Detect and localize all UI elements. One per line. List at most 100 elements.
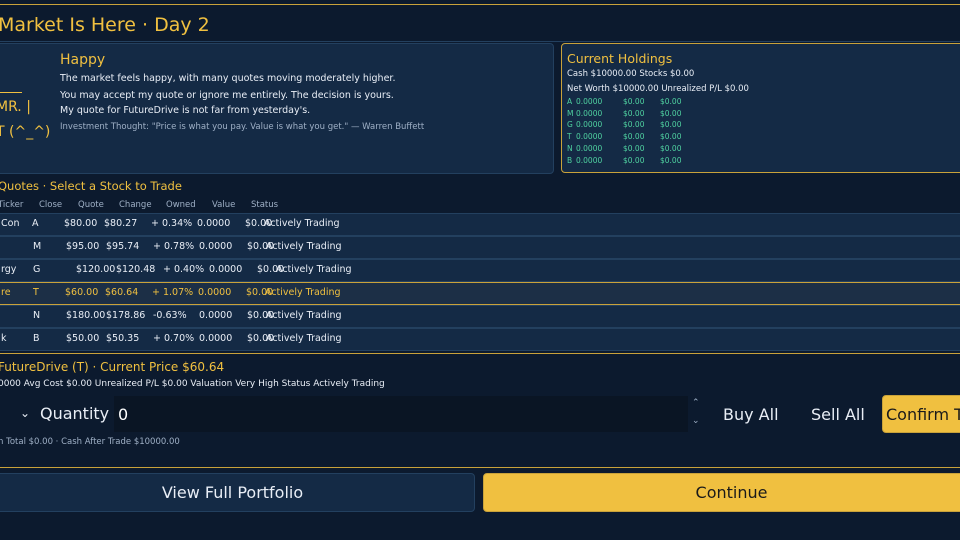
mascot-face-top: MR. | [0, 99, 31, 115]
holding-value: $0.00 [623, 155, 645, 165]
quote-row[interactable]: M $95.00 $95.74 + 0.78% 0.0000 $0.00 Actively … [0, 236, 960, 259]
quote-close: $50.00 [66, 333, 100, 344]
selected-stock-info: 0000 Avg Cost $0.00 Unrealized P/L $0.00… [0, 379, 385, 389]
quote-row[interactable]: N $180.00 $178.86 -0.63% 0.0000 $0.00 Actively… [0, 305, 960, 328]
quote-status: Actively Trading [276, 264, 352, 275]
quote-owned: 0.0000 [209, 264, 243, 275]
top-divider [0, 4, 960, 5]
holding-ticker: G [567, 120, 573, 130]
chevron-up-icon[interactable]: ⌃ [692, 398, 700, 408]
quote-status: Actively Trading [266, 333, 342, 344]
holding-pl: $0.00 [660, 143, 682, 153]
holding-ticker: M [567, 108, 574, 118]
holding-pl: $0.00 [660, 120, 682, 130]
quote-change: + 0.34% [151, 218, 193, 229]
advisor-message: My quote for FutureDrive is not far from… [60, 105, 311, 116]
holding-shares: 0.0000 [576, 132, 603, 142]
quote-change: + 0.70% [153, 333, 195, 344]
quote-quote: $95.74 [106, 241, 140, 252]
quote-quote: $178.86 [106, 310, 146, 321]
quote-status: Actively Trading [266, 241, 342, 252]
holding-value: $0.00 [623, 132, 645, 142]
quote-quote: $60.64 [105, 287, 139, 298]
holding-shares: 0.0000 [576, 120, 603, 130]
quote-ticker: A [32, 218, 39, 229]
advisor-message: The market feels happy, with many quotes… [60, 73, 396, 84]
holding-shares: 0.0000 [576, 108, 603, 118]
quote-name: k [1, 333, 7, 344]
quote-quote: $120.48 [116, 264, 156, 275]
quote-status: Actively Trading [266, 310, 342, 321]
quote-owned: 0.0000 [199, 333, 233, 344]
quantity-input[interactable] [114, 396, 688, 432]
quote-change: + 1.07% [152, 287, 194, 298]
quote-ticker: B [33, 333, 40, 344]
quote-change: + 0.78% [153, 241, 195, 252]
chevron-down-icon[interactable]: ⌄ [20, 406, 30, 420]
holdings-title: Current Holdings [567, 51, 673, 66]
quote-owned: 0.0000 [198, 287, 232, 298]
col-close: Close [39, 200, 63, 210]
quote-ticker: M [33, 241, 42, 252]
net-worth: Net Worth $10000.00 Unrealized P/L $0.00 [567, 84, 749, 94]
mascot-hat [0, 92, 22, 93]
chevron-down-icon[interactable]: ⌄ [692, 416, 700, 426]
header-divider [0, 41, 960, 42]
holding-pl: $0.00 [660, 108, 682, 118]
col-status: Status [251, 200, 279, 210]
quote-owned: 0.0000 [199, 310, 233, 321]
holding-shares: 0.0000 [576, 143, 603, 153]
quote-quote: $80.27 [104, 218, 138, 229]
col-change: Change [119, 200, 152, 210]
view-portfolio-button[interactable]: View Full Portfolio [0, 473, 475, 512]
market-mood: Happy [60, 52, 106, 68]
col-quote: Quote [78, 200, 104, 210]
trade-totals: n Total $0.00 · Cash After Trade $10000.… [0, 437, 180, 447]
holding-value: $0.00 [623, 108, 645, 118]
quotes-title: Quotes · Select a Stock to Trade [0, 179, 182, 193]
holding-shares: 0.0000 [576, 155, 603, 165]
confirm-trade-button[interactable]: Confirm Trade [882, 395, 960, 433]
mascot-face-bottom: T (^_^) [0, 124, 51, 140]
quote-owned: 0.0000 [199, 241, 233, 252]
quote-ticker: G [33, 264, 41, 275]
quote-change: + 0.40% [163, 264, 205, 275]
selected-stock-title: FutureDrive (T) · Current Price $60.64 [0, 360, 225, 374]
quote-close: $95.00 [66, 241, 100, 252]
quote-row[interactable]: k B $50.00 $50.35 + 0.70% 0.0000 $0.00 Actively… [0, 328, 960, 351]
quote-row-selected[interactable]: re T $60.00 $60.64 + 1.07% 0.0000 $0.00 Activel… [0, 282, 960, 305]
holding-value: $0.00 [623, 143, 645, 153]
cash-stocks: Cash $10000.00 Stocks $0.00 [567, 69, 695, 79]
quote-row[interactable]: rgy G $120.00 $120.48 + 0.40% 0.0000 $0.00 Acti… [0, 259, 960, 282]
quote-quote: $50.35 [106, 333, 140, 344]
holding-value: $0.00 [623, 120, 645, 130]
holding-pl: $0.00 [660, 97, 682, 106]
quote-status: Actively Trading [264, 218, 340, 229]
investment-quote: Investment Thought: "Price is what you p… [60, 122, 425, 132]
quote-name: rgy [1, 264, 17, 275]
quote-name: Con [1, 218, 20, 229]
col-value: Value [212, 200, 236, 210]
quantity-label: Quantity [40, 404, 110, 423]
quote-status: Actively Trading [265, 287, 341, 298]
col-owned: Owned [166, 200, 196, 210]
holding-ticker: B [567, 155, 573, 165]
holding-pl: $0.00 [660, 155, 682, 165]
holding-value: $0.00 [623, 97, 645, 106]
sell-all-button[interactable]: Sell All [811, 405, 865, 424]
quote-owned: 0.0000 [197, 218, 231, 229]
continue-button[interactable]: Continue [483, 473, 960, 512]
holding-ticker: N [567, 143, 573, 153]
quote-close: $60.00 [65, 287, 99, 298]
quote-row[interactable]: Con A $80.00 $80.27 + 0.34% 0.0000 $0.00 Active… [0, 213, 960, 236]
quote-name: re [1, 287, 11, 298]
buy-all-button[interactable]: Buy All [723, 405, 779, 424]
footer-divider [0, 467, 960, 468]
holding-pl: $0.00 [660, 132, 682, 142]
section-divider [0, 353, 960, 354]
quote-close: $180.00 [66, 310, 106, 321]
holding-ticker: A [567, 97, 573, 106]
quote-ticker: N [33, 310, 41, 321]
holding-shares: 0.0000 [576, 97, 603, 106]
quote-ticker: T [33, 287, 39, 298]
